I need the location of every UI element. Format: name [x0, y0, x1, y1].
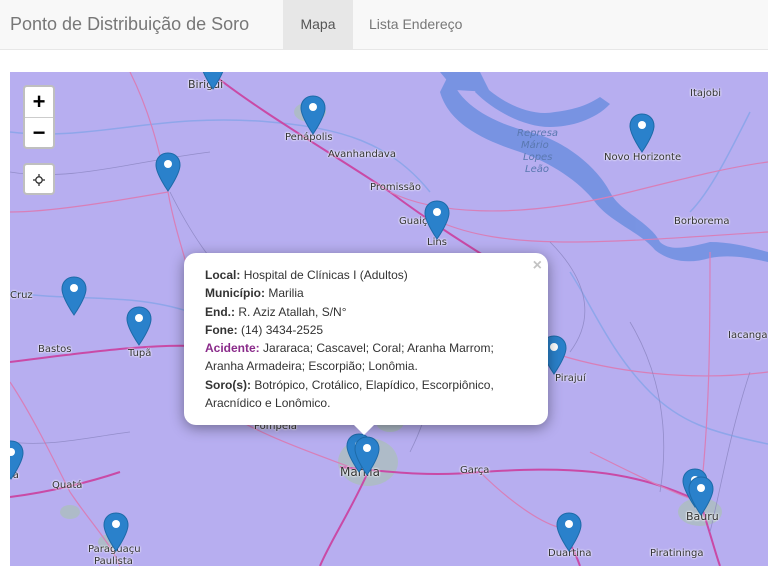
place-garca: Garça: [460, 465, 490, 476]
map-canvas[interactable]: Birigui Penápolis Avanhandava Promissão …: [10, 72, 768, 566]
tab-mapa[interactable]: Mapa: [283, 0, 353, 50]
navbar: Ponto de Distribuição de Soro Mapa Lista…: [0, 0, 768, 50]
map-marker-icon[interactable]: [556, 512, 582, 552]
map-marker-icon[interactable]: [200, 72, 226, 90]
popup-acidente-value-1: Jararaca; Cascavel; Coral; Aranha Marrom…: [263, 341, 494, 356]
place-lopes: Lopes: [523, 152, 553, 163]
popup-local-row: Local: Hospital de Clínicas I (Adultos): [205, 266, 528, 284]
popup-soro-row: Soro(s): Botrópico, Crotálico, Elapídico…: [205, 376, 528, 394]
popup-fone-value: (14) 3434-2525: [241, 322, 324, 337]
place-mario: Mário: [521, 140, 549, 151]
locate-button[interactable]: [23, 163, 55, 195]
popup-soro-label: Soro(s):: [205, 377, 251, 392]
popup-acidente-row-2: Aranha Armadeira; Escorpião; Lonômia.: [205, 357, 528, 375]
place-iacanga: Iacanga: [728, 330, 768, 341]
close-icon[interactable]: ×: [533, 257, 542, 275]
popup-soro-value-1: Botrópico, Crotálico, Elapídico, Escorpi…: [254, 377, 494, 392]
popup-end-label: End.:: [205, 304, 235, 319]
brand-title[interactable]: Ponto de Distribuição de Soro: [10, 0, 249, 50]
map-marker-icon[interactable]: [103, 512, 129, 552]
place-paulista: Paulista: [94, 556, 133, 566]
map-marker-icon[interactable]: [10, 440, 24, 480]
map-marker-icon[interactable]: [688, 476, 714, 516]
popup-municipio-value: Marilia: [268, 286, 304, 301]
place-quata: Quatá: [52, 480, 83, 491]
location-popup: × Local: Hospital de Clínicas I (Adultos…: [184, 253, 548, 435]
map-marker-icon[interactable]: [629, 113, 655, 153]
popup-acidente-label: Acidente:: [205, 341, 260, 356]
popup-municipio-row: Município: Marilia: [205, 284, 528, 302]
popup-soro-value-2: Aracnídico e Lonômico.: [205, 396, 331, 411]
place-bastos: Bastos: [38, 344, 72, 355]
popup-end-value: R. Aziz Atallah, S/N°: [238, 304, 347, 319]
popup-municipio-label: Município:: [205, 286, 265, 301]
place-itajobi: Itajobi: [690, 88, 722, 99]
popup-local-label: Local:: [205, 268, 241, 282]
place-represa: Represa: [517, 128, 559, 139]
place-avanhandava: Avanhandava: [328, 149, 396, 160]
map-marker-icon[interactable]: [61, 276, 87, 316]
place-tupa: Tupã: [128, 348, 152, 359]
map-marker-icon[interactable]: [126, 306, 152, 346]
popup-fone-row: Fone: (14) 3434-2525: [205, 321, 528, 339]
popup-local-value: Hospital de Clínicas I (Adultos): [243, 268, 408, 282]
place-borborema: Borborema: [674, 216, 730, 227]
crosshair-icon: [33, 174, 45, 187]
map-marker-icon[interactable]: [354, 436, 380, 476]
place-leao: Leão: [525, 164, 549, 175]
place-promissao: Promissão: [370, 182, 422, 193]
zoom-control: + −: [23, 85, 55, 149]
map-marker-icon[interactable]: [155, 152, 181, 192]
popup-acidente-row: Acidente: Jararaca; Cascavel; Coral; Ara…: [205, 339, 528, 357]
popup-acidente-value-2: Aranha Armadeira; Escorpião; Lonômia.: [205, 359, 418, 374]
popup-soro-row-2: Aracnídico e Lonômico.: [205, 394, 528, 412]
popup-fone-label: Fone:: [205, 322, 238, 337]
zoom-in-button[interactable]: +: [25, 87, 53, 117]
map-marker-icon[interactable]: [300, 95, 326, 135]
tab-lista-endereco[interactable]: Lista Endereço: [353, 0, 478, 50]
popup-end-row: End.: R. Aziz Atallah, S/N°: [205, 303, 528, 321]
place-novo-horizonte: Novo Horizonte: [604, 152, 682, 163]
zoom-out-button[interactable]: −: [25, 118, 53, 148]
map-marker-icon[interactable]: [424, 200, 450, 240]
popup-tip: [354, 425, 374, 435]
place-cruz: Cruz: [10, 290, 33, 301]
place-piratininga: Piratininga: [650, 548, 704, 559]
